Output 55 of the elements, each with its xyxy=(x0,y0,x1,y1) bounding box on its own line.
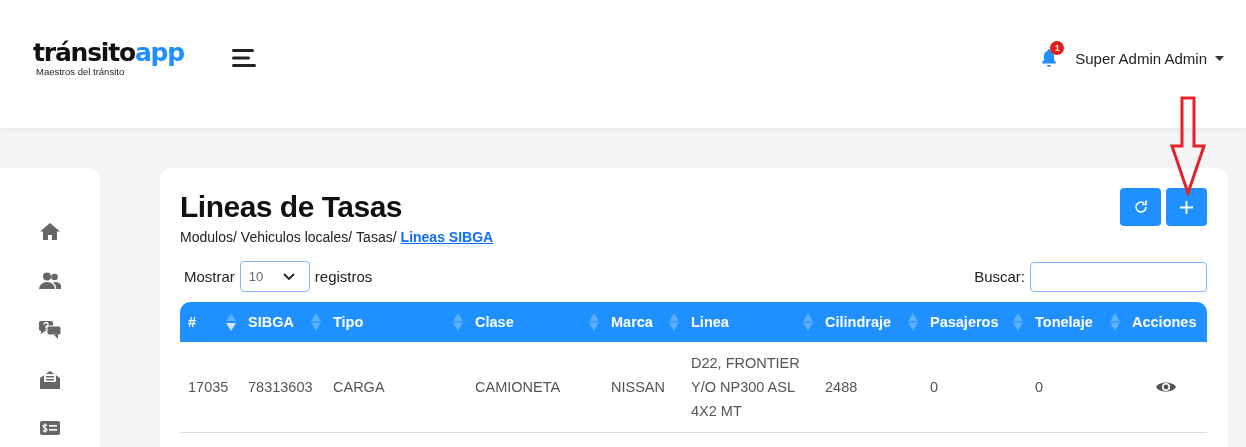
sort-icon xyxy=(669,313,679,331)
home-icon[interactable] xyxy=(40,223,60,240)
sort-icon xyxy=(908,313,918,331)
add-button[interactable] xyxy=(1166,188,1207,226)
table-cell-text: 78313603 xyxy=(247,378,314,397)
chat-icon[interactable] xyxy=(39,321,61,339)
breadcrumb-item[interactable]: Tasas/ xyxy=(356,229,397,245)
table-cell-text: D22, FRONTIER Y/O NP300 ASL 4X2 MT xyxy=(690,354,801,421)
eye-icon[interactable] xyxy=(1155,380,1176,394)
bell-icon[interactable] xyxy=(1041,49,1058,67)
table-cell-text: 17035 xyxy=(187,378,230,397)
plus-icon xyxy=(1180,200,1193,214)
table-cell-text: 0 xyxy=(1034,378,1045,397)
column-header[interactable]: # xyxy=(180,302,240,342)
sort-icon xyxy=(226,313,236,331)
show-label: Mostrar xyxy=(184,268,235,285)
column-header[interactable]: Cilindraje xyxy=(817,302,922,342)
table-cell-text: CARGA xyxy=(332,378,386,397)
column-header[interactable]: Tipo xyxy=(325,302,467,342)
table-cell-text: NISSAN xyxy=(610,378,666,397)
column-header[interactable]: Pasajeros xyxy=(922,302,1027,342)
chevron-icon xyxy=(282,272,295,281)
table-cell-text: 0 xyxy=(929,378,940,397)
sort-icon xyxy=(311,313,321,331)
bill-icon[interactable] xyxy=(40,421,60,435)
brand-tagline: Maestros del tránsito xyxy=(36,65,126,77)
column-header[interactable]: Clase xyxy=(467,302,603,342)
menu-icon[interactable] xyxy=(232,49,256,67)
sort-icon xyxy=(1110,313,1120,331)
user-menu[interactable]: Super Admin Admin xyxy=(1075,49,1224,67)
sort-icon xyxy=(453,313,463,331)
column-header[interactable]: Tonelaje xyxy=(1027,302,1124,342)
page-title: Lineas de Tasas xyxy=(180,190,404,224)
column-header[interactable]: Acciones xyxy=(1124,302,1207,342)
search-label: Buscar: xyxy=(974,268,1025,285)
records-label: registros xyxy=(314,268,373,285)
users-icon[interactable] xyxy=(39,272,61,289)
search-field[interactable] xyxy=(1030,261,1207,292)
sort-icon xyxy=(803,313,813,331)
brand-logo: tránsitoapp xyxy=(33,39,184,66)
breadcrumb-item[interactable]: Modulos/ xyxy=(180,229,237,245)
table-cell-text: 2488 xyxy=(824,378,859,397)
column-header[interactable]: SIBGA xyxy=(240,302,325,342)
refresh-button[interactable] xyxy=(1120,188,1161,226)
column-header[interactable]: Linea xyxy=(683,302,817,342)
notification-badge: 1 xyxy=(1050,41,1065,55)
caret-icon xyxy=(1215,55,1224,61)
breadcrumb-item[interactable]: Vehiculos locales/ xyxy=(240,229,353,245)
refresh-icon xyxy=(1132,199,1149,215)
sort-icon xyxy=(589,313,599,331)
table-cell-text: CAMIONETA xyxy=(474,378,562,397)
sort-icon xyxy=(1013,313,1023,331)
column-header[interactable]: Marca xyxy=(603,302,683,342)
page-size-select[interactable]: 10 xyxy=(239,261,310,292)
breadcrumb-current[interactable]: Lineas SIBGA xyxy=(400,229,494,245)
